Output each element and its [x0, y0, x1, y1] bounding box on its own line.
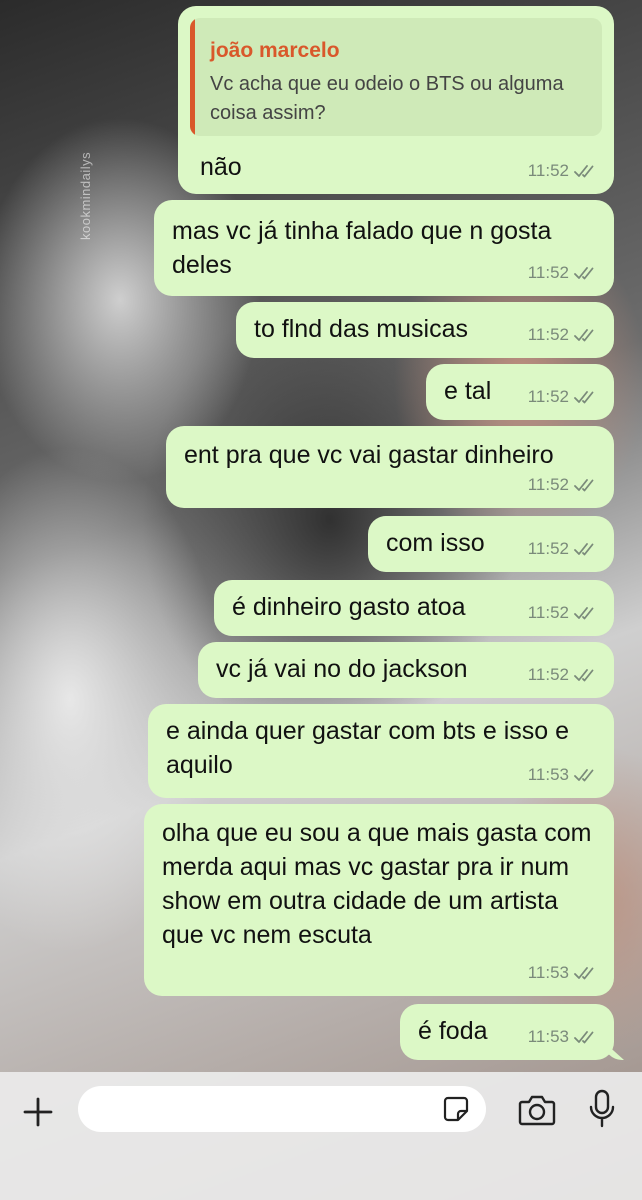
message-text: não — [200, 153, 242, 181]
message-bubble[interactable]: e tal 11:52 — [426, 364, 614, 420]
message-bubble[interactable]: olha que eu sou a que mais gasta com mer… — [144, 804, 614, 996]
message-text: ent pra que vc vai gastar dinheiro — [184, 441, 554, 469]
message-meta: 11:52 — [528, 154, 600, 188]
message-time: 11:52 — [527, 603, 569, 622]
message-time: 11:53 — [527, 765, 569, 784]
message-meta: 11:52 — [528, 318, 600, 352]
message-text: é foda — [418, 1017, 488, 1045]
quote-accent-bar — [190, 18, 195, 136]
double-check-icon — [574, 165, 594, 178]
message-time: 11:52 — [527, 325, 569, 344]
message-meta: 11:52 — [528, 380, 600, 414]
message-bubble[interactable]: to flnd das musicas 11:52 — [236, 302, 614, 358]
message-time: 11:52 — [527, 475, 569, 494]
double-check-icon — [574, 267, 594, 280]
message-input[interactable] — [78, 1086, 486, 1132]
message-text: to flnd das musicas — [254, 315, 468, 343]
sticker-icon[interactable] — [440, 1093, 472, 1125]
message-meta: 11:53 — [528, 1020, 600, 1054]
message-meta: 11:52 — [528, 468, 600, 502]
quoted-message[interactable]: joão marcelo Vc acha que eu odeio o BTS … — [190, 18, 602, 136]
message-meta: 11:53 — [528, 956, 600, 990]
message-text: é dinheiro gasto atoa — [232, 593, 466, 621]
message-meta: 11:52 — [528, 256, 600, 290]
quote-text: Vc acha que eu odeio o BTS ou alguma coi… — [210, 73, 564, 124]
composer-bar — [0, 1072, 642, 1200]
microphone-icon[interactable] — [582, 1086, 622, 1132]
double-check-icon — [574, 1031, 594, 1044]
message-text: olha que eu sou a que mais gasta com mer… — [162, 819, 592, 949]
message-time: 11:52 — [527, 263, 569, 282]
double-check-icon — [574, 769, 594, 782]
double-check-icon — [574, 607, 594, 620]
double-check-icon — [574, 391, 594, 404]
message-list[interactable]: joão marcelo Vc acha que eu odeio o BTS … — [0, 0, 642, 1072]
double-check-icon — [574, 543, 594, 556]
message-meta: 11:52 — [528, 658, 600, 692]
message-meta: 11:52 — [528, 532, 600, 566]
message-bubble[interactable]: e ainda quer gastar com bts e isso e aqu… — [148, 704, 614, 798]
message-bubble[interactable]: joão marcelo Vc acha que eu odeio o BTS … — [178, 6, 614, 194]
plus-icon[interactable] — [18, 1092, 58, 1132]
message-bubble[interactable]: com isso 11:52 — [368, 516, 614, 572]
camera-icon[interactable] — [514, 1090, 560, 1130]
message-text: e tal — [444, 377, 492, 405]
message-time: 11:52 — [527, 387, 569, 406]
message-time: 11:52 — [527, 161, 569, 180]
double-check-icon — [574, 967, 594, 980]
message-bubble[interactable]: mas vc já tinha falado que n gosta deles… — [154, 200, 614, 296]
message-text: com isso — [386, 529, 485, 557]
message-time: 11:53 — [527, 1027, 569, 1046]
message-bubble[interactable]: é foda 11:53 — [400, 1004, 614, 1060]
double-check-icon — [574, 669, 594, 682]
message-bubble[interactable]: ent pra que vc vai gastar dinheiro 11:52 — [166, 426, 614, 508]
message-time: 11:53 — [527, 963, 569, 982]
message-text: vc já vai no do jackson — [216, 655, 468, 683]
message-bubble[interactable]: é dinheiro gasto atoa 11:52 — [214, 580, 614, 636]
message-time: 11:52 — [527, 665, 569, 684]
message-meta: 11:53 — [528, 758, 600, 792]
message-time: 11:52 — [527, 539, 569, 558]
message-bubble[interactable]: vc já vai no do jackson 11:52 — [198, 642, 614, 698]
double-check-icon — [574, 479, 594, 492]
double-check-icon — [574, 329, 594, 342]
message-meta: 11:52 — [528, 596, 600, 630]
quote-author: joão marcelo — [210, 39, 340, 62]
